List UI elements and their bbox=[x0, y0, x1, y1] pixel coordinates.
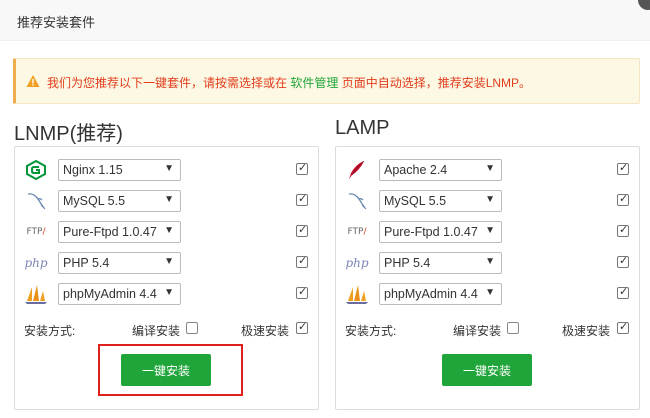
lnmp-row-phpmyadmin: phpMyAdmin 4.4 ▼ ✓ bbox=[15, 282, 318, 306]
chevron-down-icon: ▼ bbox=[164, 287, 174, 298]
php-checkbox[interactable]: ✓ bbox=[617, 255, 629, 268]
phpmyadmin-version-select[interactable]: phpMyAdmin 4.4 ▼ bbox=[379, 283, 502, 305]
chevron-down-icon: ▼ bbox=[485, 194, 495, 205]
php-logo-icon: php bbox=[345, 256, 369, 270]
chevron-down-icon: ▼ bbox=[164, 163, 174, 174]
phpmyadmin-sailboat-icon bbox=[344, 283, 370, 305]
check-icon: ✓ bbox=[298, 286, 308, 298]
lamp-row-phpmyadmin: phpMyAdmin 4.4 ▼ ✓ bbox=[336, 282, 639, 306]
fast-install-label: 极速安装 bbox=[241, 324, 290, 338]
install-method-label: 安装方式: bbox=[24, 324, 76, 338]
chevron-down-icon: ▼ bbox=[485, 287, 495, 298]
nginx-logo-icon bbox=[23, 159, 49, 181]
check-icon: ✓ bbox=[619, 321, 629, 333]
check-icon: ✓ bbox=[298, 193, 308, 205]
lamp-row-ftp: FTP / Pure-Ftpd 1.0.47 ▼ ✓ bbox=[336, 220, 639, 244]
chevron-down-icon: ▼ bbox=[485, 163, 495, 174]
chevron-down-icon: ▼ bbox=[485, 225, 495, 236]
compile-install-label: 编译安装 bbox=[453, 324, 502, 338]
check-icon: ✓ bbox=[619, 224, 629, 236]
lnmp-title: LNMP(推荐) bbox=[14, 123, 123, 145]
check-icon: ✓ bbox=[298, 255, 308, 267]
nginx-checkbox[interactable]: ✓ bbox=[296, 162, 308, 175]
install-method-label: 安装方式: bbox=[345, 324, 397, 338]
ftp-logo-icon: FTP / bbox=[26, 227, 46, 237]
lnmp-row-ftp: FTP / Pure-Ftpd 1.0.47 ▼ ✓ bbox=[15, 220, 318, 244]
phpmyadmin-checkbox[interactable]: ✓ bbox=[617, 286, 629, 299]
warning-icon bbox=[26, 75, 40, 87]
chevron-down-icon: ▼ bbox=[164, 225, 174, 236]
check-icon: ✓ bbox=[619, 286, 629, 298]
check-icon: ✓ bbox=[619, 193, 629, 205]
php-version-select[interactable]: PHP 5.4 ▼ bbox=[58, 252, 181, 274]
one-click-install-button[interactable]: 一键安装 bbox=[442, 354, 532, 386]
phpmyadmin-version-select[interactable]: phpMyAdmin 4.4 ▼ bbox=[58, 283, 181, 305]
php-checkbox[interactable]: ✓ bbox=[296, 255, 308, 268]
check-icon: ✓ bbox=[619, 162, 629, 174]
ftp-checkbox[interactable]: ✓ bbox=[296, 224, 308, 237]
apache-version-select[interactable]: Apache 2.4 ▼ bbox=[379, 159, 502, 181]
lamp-row-php: php PHP 5.4 ▼ ✓ bbox=[336, 251, 639, 275]
ftp-logo-icon: FTP / bbox=[347, 227, 367, 237]
chevron-down-icon: ▼ bbox=[164, 256, 174, 267]
compile-install-checkbox[interactable] bbox=[186, 322, 198, 334]
check-icon: ✓ bbox=[298, 162, 308, 174]
php-version-select[interactable]: PHP 5.4 ▼ bbox=[379, 252, 502, 274]
lnmp-row-mysql: MySQL 5.5 ▼ ✓ bbox=[15, 189, 318, 213]
mysql-dolphin-icon bbox=[344, 190, 370, 212]
lamp-row-mysql: MySQL 5.5 ▼ ✓ bbox=[336, 189, 639, 213]
ftp-version-select[interactable]: Pure-Ftpd 1.0.47 ▼ bbox=[379, 221, 502, 243]
lamp-panel: Apache 2.4 ▼ ✓ MySQL 5.5 ▼ ✓ FTP / Pure-Ftp… bbox=[335, 146, 640, 410]
notice-text-after: 页面中自动选择，推荐安装LNMP。 bbox=[341, 76, 532, 90]
dialog-header: 推荐安装套件 bbox=[0, 0, 650, 41]
mysql-dolphin-icon bbox=[23, 190, 49, 212]
apache-feather-icon bbox=[344, 159, 370, 181]
ftp-checkbox[interactable]: ✓ bbox=[617, 224, 629, 237]
phpmyadmin-sailboat-icon bbox=[23, 283, 49, 305]
check-icon: ✓ bbox=[619, 255, 629, 267]
ftp-version-select[interactable]: Pure-Ftpd 1.0.47 ▼ bbox=[58, 221, 181, 243]
highlight-annotation-box bbox=[98, 344, 243, 396]
chevron-down-icon: ▼ bbox=[485, 256, 495, 267]
fast-install-label: 极速安装 bbox=[562, 324, 611, 338]
lamp-title: LAMP bbox=[335, 117, 390, 139]
mysql-version-select[interactable]: MySQL 5.5 ▼ bbox=[379, 190, 502, 212]
notice-text-before: 我们为您推荐以下一键套件，请按需选择或在 bbox=[47, 76, 288, 90]
nginx-version-select[interactable]: Nginx 1.15 ▼ bbox=[58, 159, 181, 181]
chevron-down-icon: ▼ bbox=[164, 194, 174, 205]
fast-install-checkbox[interactable]: ✓ bbox=[617, 321, 629, 334]
lnmp-row-php: php PHP 5.4 ▼ ✓ bbox=[15, 251, 318, 275]
php-logo-icon: php bbox=[24, 256, 48, 270]
check-icon: ✓ bbox=[298, 224, 308, 236]
apache-checkbox[interactable]: ✓ bbox=[617, 162, 629, 175]
dialog-title: 推荐安装套件 bbox=[17, 15, 96, 30]
phpmyadmin-checkbox[interactable]: ✓ bbox=[296, 286, 308, 299]
install-method-row: 安装方式: 编译安装 极速安装 ✓ bbox=[15, 319, 318, 339]
check-icon: ✓ bbox=[298, 321, 308, 333]
fast-install-checkbox[interactable]: ✓ bbox=[296, 321, 308, 334]
mysql-checkbox[interactable]: ✓ bbox=[296, 193, 308, 206]
mysql-checkbox[interactable]: ✓ bbox=[617, 193, 629, 206]
software-manager-link[interactable]: 软件管理 bbox=[290, 76, 338, 90]
lamp-row-apache: Apache 2.4 ▼ ✓ bbox=[336, 158, 639, 182]
lnmp-row-nginx: Nginx 1.15 ▼ ✓ bbox=[15, 158, 318, 182]
install-method-row: 安装方式: 编译安装 极速安装 ✓ bbox=[336, 319, 639, 339]
compile-install-checkbox[interactable] bbox=[507, 322, 519, 334]
notice-text: 我们为您推荐以下一键套件，请按需选择或在 软件管理 页面中自动选择，推荐安装LN… bbox=[47, 74, 531, 91]
compile-install-label: 编译安装 bbox=[132, 324, 181, 338]
mysql-version-select[interactable]: MySQL 5.5 ▼ bbox=[58, 190, 181, 212]
recommendation-notice: 我们为您推荐以下一键套件，请按需选择或在 软件管理 页面中自动选择，推荐安装LN… bbox=[13, 58, 640, 104]
